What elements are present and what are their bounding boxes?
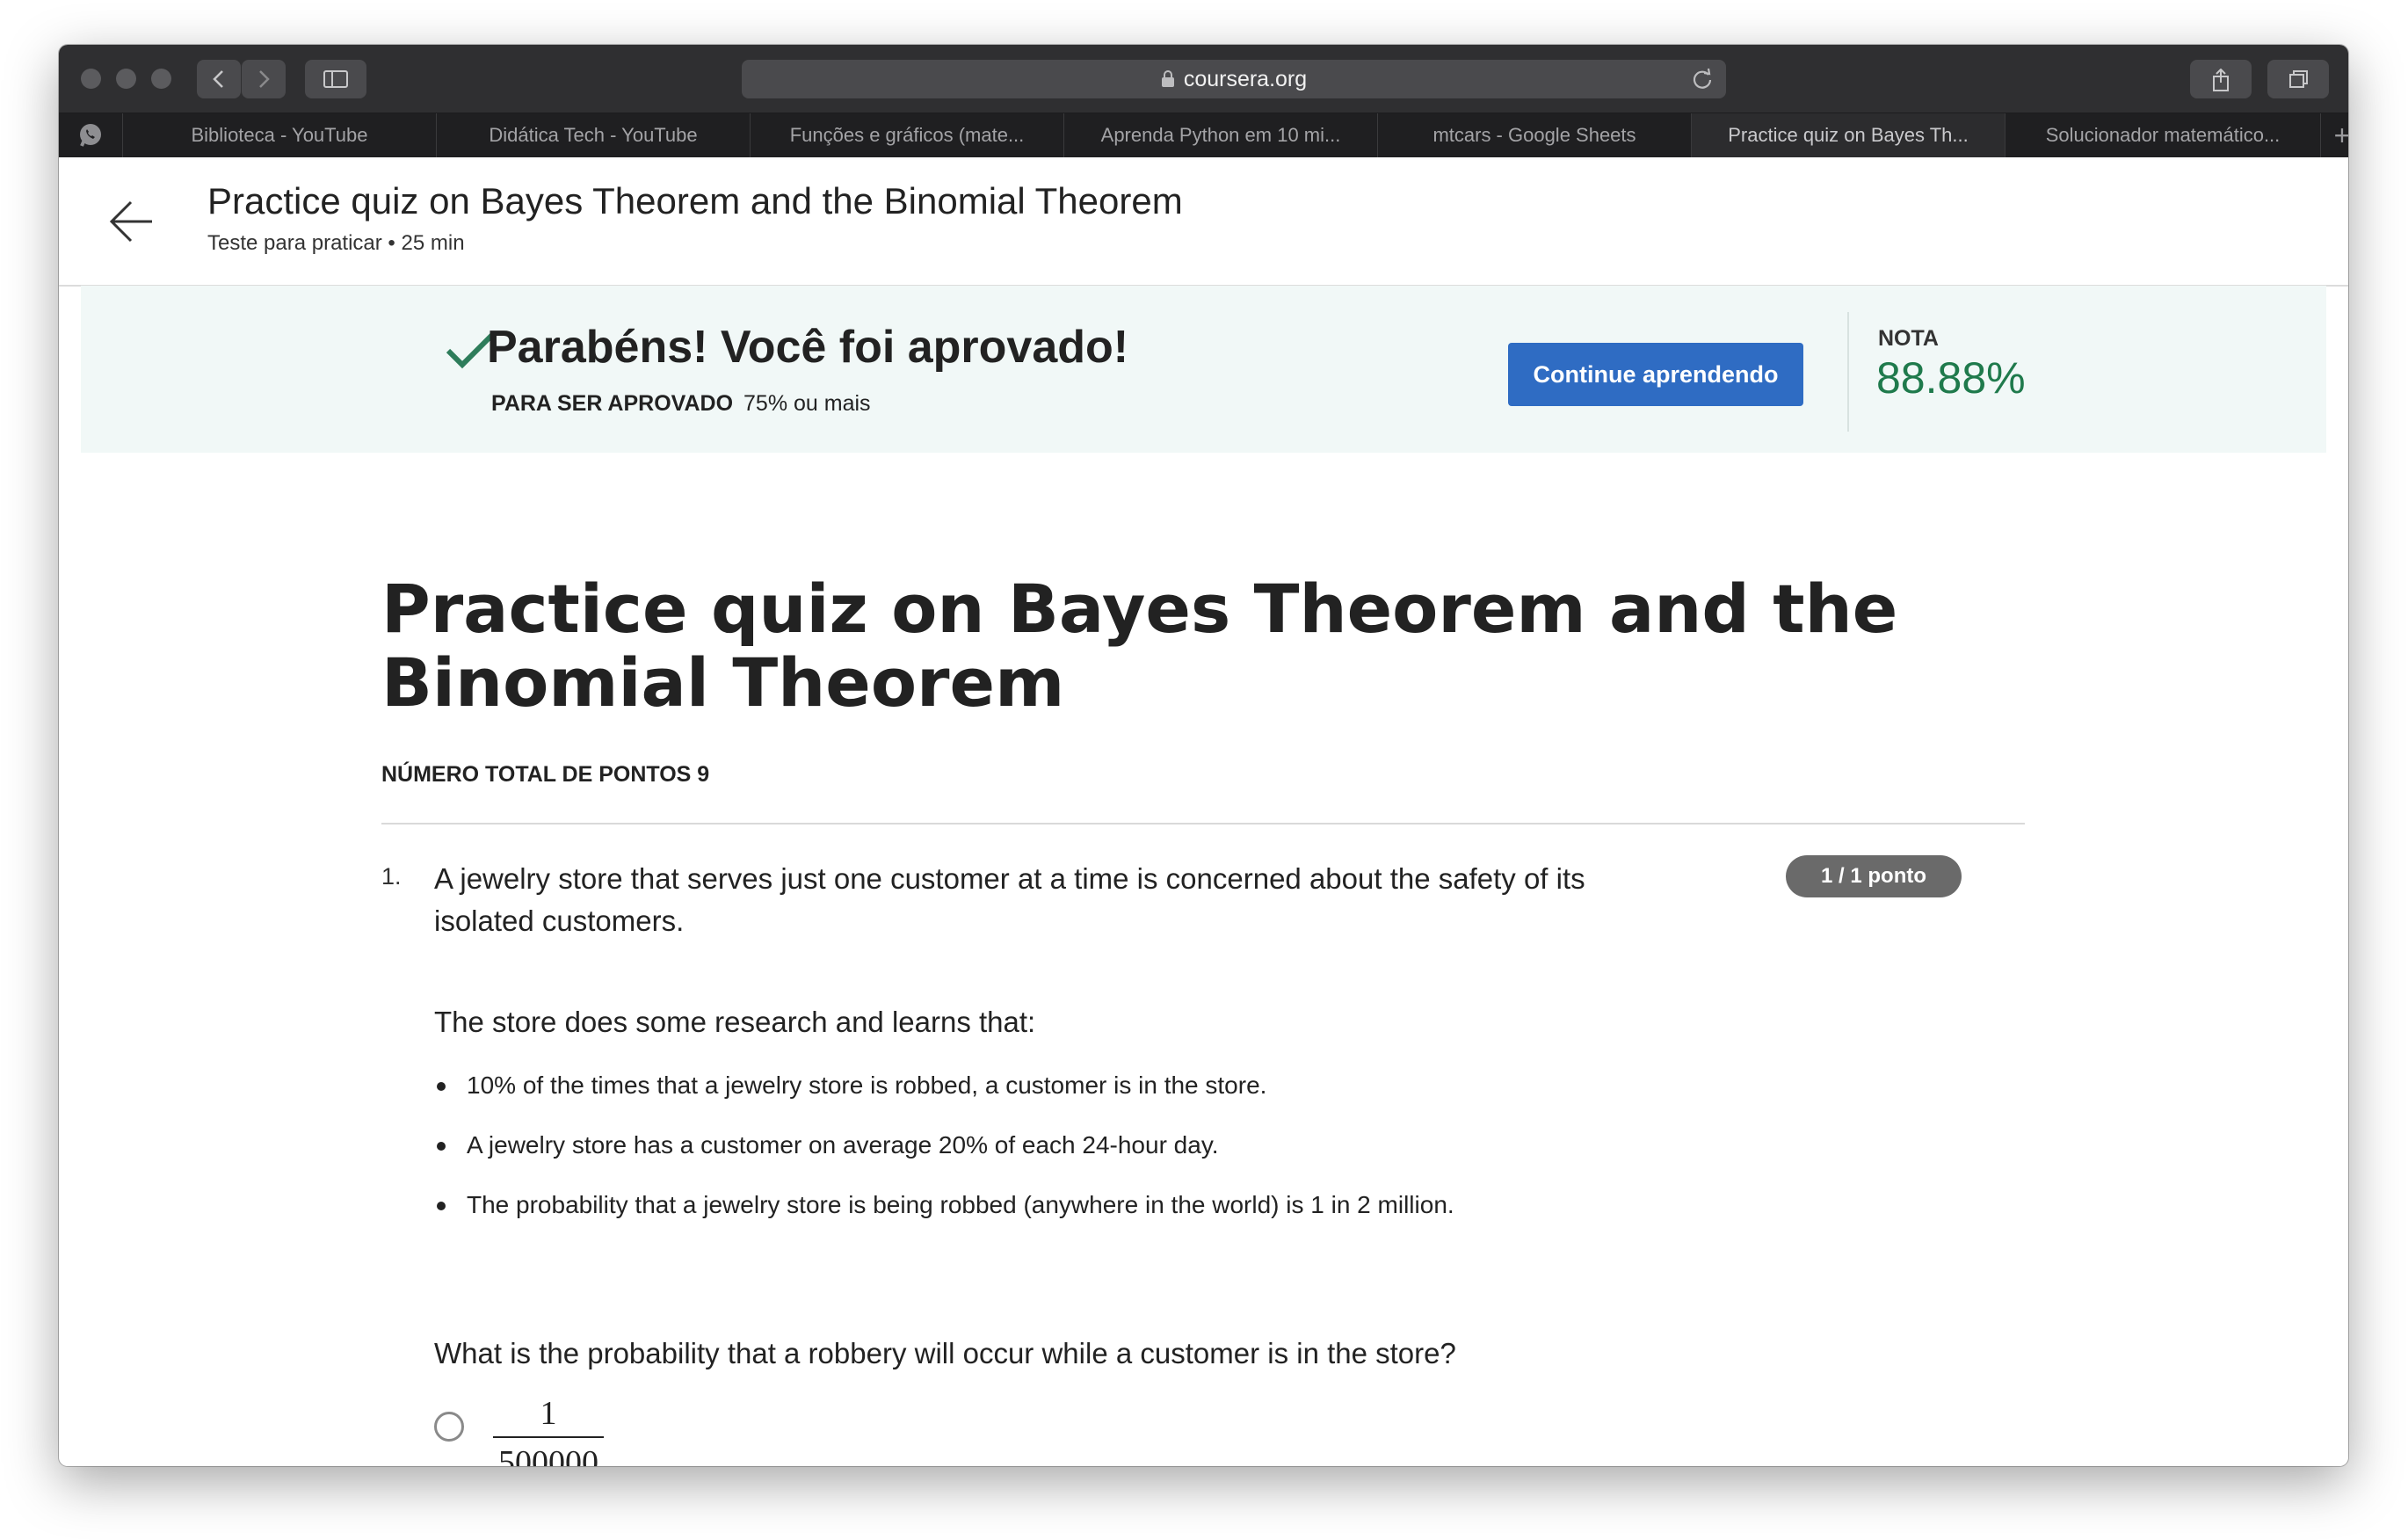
quiz-title: Practice quiz on Bayes Theorem and the B… [381, 570, 1898, 722]
sidebar-icon [323, 70, 348, 88]
question-number: 1. [381, 863, 402, 890]
continue-learning-button[interactable]: Continue aprendendo [1508, 343, 1803, 406]
fraction-numerator: 1 [540, 1395, 557, 1432]
minimize-window-button[interactable] [116, 69, 136, 89]
question-prompt: What is the probability that a robbery w… [434, 1337, 1456, 1369]
answer-option-radio[interactable] [434, 1412, 464, 1442]
fact-list: 10% of the times that a jewelry store is… [434, 1069, 1454, 1248]
score-badge: 1 / 1 ponto [1786, 855, 1962, 897]
banner-divider [1847, 312, 1849, 432]
tab-practice-quiz[interactable]: Practice quiz on Bayes Th... [1692, 113, 2005, 157]
section-divider [381, 823, 2025, 824]
back-arrow-icon[interactable] [108, 200, 154, 243]
share-button[interactable] [2190, 60, 2252, 98]
pass-requirement-value: 75% ou mais [743, 391, 871, 416]
whatsapp-icon [80, 124, 101, 147]
chevron-right-icon [259, 70, 270, 88]
close-window-button[interactable] [81, 69, 101, 89]
list-item: 10% of the times that a jewelry store is… [434, 1069, 1454, 1129]
question-text: A jewelry store that serves just one cus… [434, 862, 1585, 937]
fraction-bar [493, 1436, 604, 1438]
share-icon [2213, 69, 2229, 91]
sidebar-toggle-button[interactable] [305, 60, 366, 98]
reload-icon[interactable] [1691, 68, 1714, 91]
tab-mtcars-sheets[interactable]: mtcars - Google Sheets [1378, 113, 1692, 157]
question-intro: The store does some research and learns … [434, 1006, 1036, 1038]
result-banner: Parabéns! Você foi aprovado! PARA SER AP… [81, 286, 2326, 453]
forward-button[interactable] [242, 60, 286, 98]
list-item: The probability that a jewelry store is … [434, 1188, 1454, 1248]
tab-overview-button[interactable] [2267, 60, 2329, 98]
zoom-window-button[interactable] [151, 69, 171, 89]
pass-requirement: PARA SER APROVADO 75% ou mais [491, 391, 871, 417]
tab-aprenda-python[interactable]: Aprenda Python em 10 mi... [1064, 113, 1378, 157]
tab-didatica-tech[interactable]: Didática Tech - YouTube [437, 113, 751, 157]
fraction-denominator: 500000 [498, 1444, 598, 1466]
chevron-left-icon [213, 70, 223, 88]
tab-solucionador-matematico[interactable]: Solucionador matemático... [2005, 113, 2321, 157]
url-text: coursera.org [1183, 66, 1308, 91]
list-item: A jewelry store has a customer on averag… [434, 1129, 1454, 1188]
browser-titlebar: coursera.org [59, 45, 2348, 113]
page-header-subtitle: Teste para praticar • 25 min [207, 231, 465, 255]
address-bar[interactable]: coursera.org [742, 60, 1726, 98]
total-points: NÚMERO TOTAL DE PONTOS 9 [381, 762, 710, 787]
pass-requirement-label: PARA SER APROVADO [491, 391, 734, 416]
page-header-title: Practice quiz on Bayes Theorem and the B… [207, 180, 1183, 222]
tab-biblioteca-youtube[interactable]: Biblioteca - YouTube [123, 113, 437, 157]
tabs-icon [2289, 70, 2308, 88]
tab-bar: Biblioteca - YouTube Didática Tech - You… [59, 113, 2348, 157]
tab-funcoes-e-graficos[interactable]: Funções e gráficos (mate... [751, 113, 1064, 157]
browser-window: coursera.org Biblioteca - YouTube Didáti… [59, 45, 2348, 1466]
back-button[interactable] [197, 60, 241, 98]
answer-option-fraction[interactable]: 1 500000 [493, 1394, 604, 1466]
page-header: Practice quiz on Bayes Theorem and the B… [59, 157, 2348, 287]
new-tab-button[interactable]: + [2321, 113, 2348, 157]
grade-label: NOTA [1878, 326, 1939, 351]
lock-icon [1161, 70, 1174, 87]
grade-value: 88.88% [1876, 353, 2026, 403]
pass-message: Parabéns! Você foi aprovado! [487, 322, 1129, 373]
pinned-tab-whatsapp[interactable] [59, 113, 123, 157]
